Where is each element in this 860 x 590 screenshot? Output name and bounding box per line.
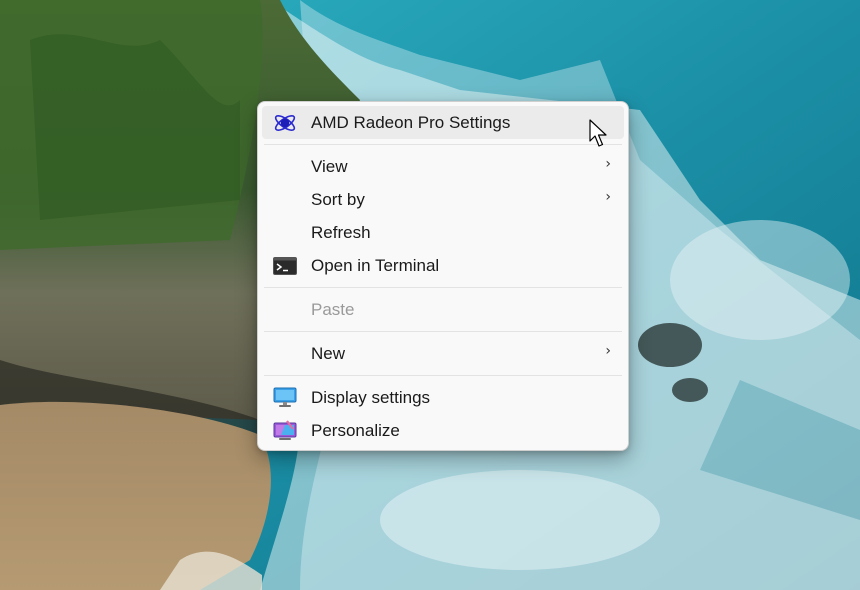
menu-separator: [264, 375, 622, 376]
menu-item-sort-by[interactable]: Sort by ›: [262, 183, 624, 216]
menu-item-label: Display settings: [311, 387, 431, 407]
monitor-icon: [272, 387, 298, 409]
desktop-context-menu: AMD Radeon Pro Settings View › Sort by ›…: [257, 101, 629, 451]
chevron-right-icon: ›: [605, 156, 611, 172]
menu-item-new[interactable]: New ›: [262, 337, 624, 370]
amd-radeon-icon: [272, 112, 298, 134]
menu-item-open-in-terminal[interactable]: Open in Terminal: [262, 249, 624, 282]
menu-item-label: Sort by: [311, 189, 365, 209]
menu-item-label: AMD Radeon Pro Settings: [311, 112, 511, 132]
personalize-icon: [272, 419, 298, 442]
menu-item-label: View: [311, 156, 348, 176]
mouse-pointer-icon: [589, 119, 609, 154]
menu-item-label: Personalize: [311, 420, 400, 440]
terminal-icon: [272, 255, 298, 277]
menu-item-paste: Paste: [262, 293, 624, 326]
chevron-right-icon: ›: [605, 343, 611, 359]
menu-item-label: New: [311, 343, 346, 363]
menu-separator: [264, 144, 622, 145]
menu-item-refresh[interactable]: Refresh: [262, 216, 624, 249]
menu-item-label: Refresh: [311, 222, 371, 242]
menu-item-label: Paste: [311, 299, 355, 319]
menu-item-display-settings[interactable]: Display settings: [262, 381, 624, 414]
menu-separator: [264, 287, 622, 288]
chevron-right-icon: ›: [605, 189, 611, 205]
menu-item-amd-radeon-pro-settings[interactable]: AMD Radeon Pro Settings: [262, 106, 624, 139]
menu-item-personalize[interactable]: Personalize: [262, 414, 624, 447]
menu-item-label: Open in Terminal: [311, 255, 440, 275]
menu-separator: [264, 331, 622, 332]
menu-item-view[interactable]: View ›: [262, 150, 624, 183]
